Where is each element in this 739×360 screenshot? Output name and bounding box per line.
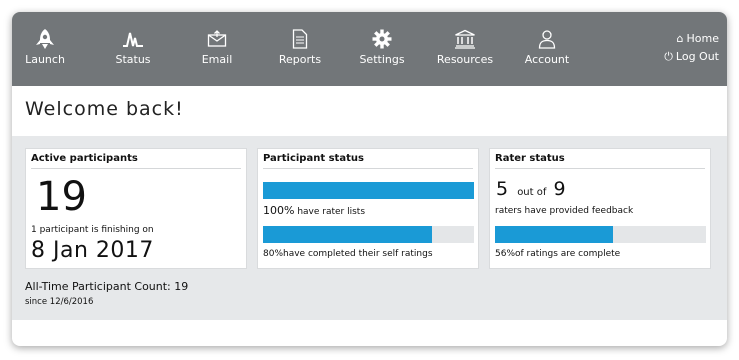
document-icon bbox=[270, 26, 330, 50]
ratings-percent: 56% bbox=[495, 249, 516, 259]
home-link-label: Home bbox=[686, 32, 719, 45]
nav-resources[interactable]: Resources bbox=[432, 26, 498, 76]
divider bbox=[263, 168, 473, 169]
nav-settings-label: Settings bbox=[359, 53, 405, 66]
card-title: Rater status bbox=[495, 153, 565, 164]
dashboard-panel: Active participants 19 1 participant is … bbox=[12, 136, 727, 320]
nav-email[interactable]: Email bbox=[192, 26, 242, 76]
nav-launch-label: Launch bbox=[25, 53, 65, 66]
progress-fill bbox=[263, 182, 474, 199]
rocket-icon bbox=[20, 26, 70, 50]
page-title: Welcome back! bbox=[25, 98, 184, 120]
divider bbox=[31, 168, 241, 169]
top-nav-bar: Launch Status Email Reports Settings Res… bbox=[12, 12, 727, 86]
power-icon: ⏻ bbox=[664, 50, 673, 63]
nav-status-label: Status bbox=[115, 53, 151, 66]
raters-provided-text: raters have provided feedback bbox=[495, 206, 634, 216]
nav-account[interactable]: Account bbox=[517, 26, 577, 76]
email-icon bbox=[192, 26, 242, 50]
card-title: Participant status bbox=[263, 153, 364, 164]
raters-done: 5 bbox=[496, 178, 509, 200]
gear-icon bbox=[352, 26, 412, 50]
finishing-date: 8 Jan 2017 bbox=[31, 238, 154, 263]
welcome-area: Welcome back! bbox=[12, 86, 727, 136]
finishing-text: 1 participant is finishing on bbox=[31, 225, 154, 235]
nav-launch[interactable]: Launch bbox=[20, 26, 70, 76]
nav-reports-label: Reports bbox=[278, 53, 322, 66]
out-of-text: out of bbox=[517, 187, 547, 198]
self-ratings-percent: 80% bbox=[263, 249, 284, 259]
bank-icon bbox=[432, 26, 498, 50]
nav-email-label: Email bbox=[201, 53, 233, 66]
nav-reports[interactable]: Reports bbox=[270, 26, 330, 76]
user-icon bbox=[517, 26, 577, 50]
progress-fill bbox=[495, 226, 614, 243]
pulse-icon bbox=[107, 26, 159, 50]
nav-account-label: Account bbox=[524, 53, 570, 66]
app-window: Launch Status Email Reports Settings Res… bbox=[12, 12, 727, 346]
rater-lists-text: 100% have rater lists bbox=[263, 204, 365, 217]
home-icon: ⌂ bbox=[676, 32, 684, 45]
rater-lists-progress-bar bbox=[263, 182, 474, 199]
self-ratings-label: have completed their self ratings bbox=[283, 249, 433, 259]
active-participants-card: Active participants 19 1 participant is … bbox=[25, 148, 247, 269]
logout-link-label: Log Out bbox=[675, 50, 719, 63]
card-title: Active participants bbox=[31, 153, 138, 164]
divider bbox=[495, 168, 705, 169]
active-count: 19 bbox=[36, 174, 87, 220]
self-ratings-progress-bar bbox=[263, 226, 474, 243]
nav-resources-label: Resources bbox=[436, 53, 494, 66]
rater-lists-label: have rater lists bbox=[297, 207, 366, 217]
self-ratings-text: 80%have completed their self ratings bbox=[263, 249, 433, 259]
logout-link[interactable]: ⏻ Log Out bbox=[664, 50, 719, 64]
rater-fraction: 5 out of 9 bbox=[496, 178, 566, 200]
raters-total: 9 bbox=[553, 178, 566, 200]
nav-status[interactable]: Status bbox=[107, 26, 159, 76]
home-link[interactable]: ⌂ Home bbox=[677, 32, 719, 45]
nav-settings[interactable]: Settings bbox=[352, 26, 412, 76]
rater-status-card: Rater status 5 out of 9 raters have prov… bbox=[489, 148, 711, 269]
rater-lists-percent: 100% bbox=[263, 204, 295, 217]
ratings-complete-text: 56%of ratings are complete bbox=[495, 249, 620, 259]
since-date: since 12/6/2016 bbox=[25, 297, 94, 307]
participant-status-card: Participant status 100% have rater lists… bbox=[257, 148, 479, 269]
ratings-label: of ratings are complete bbox=[515, 249, 621, 259]
ratings-progress-bar bbox=[495, 226, 706, 243]
progress-fill bbox=[263, 226, 432, 243]
all-time-count: All-Time Participant Count: 19 bbox=[25, 280, 189, 293]
